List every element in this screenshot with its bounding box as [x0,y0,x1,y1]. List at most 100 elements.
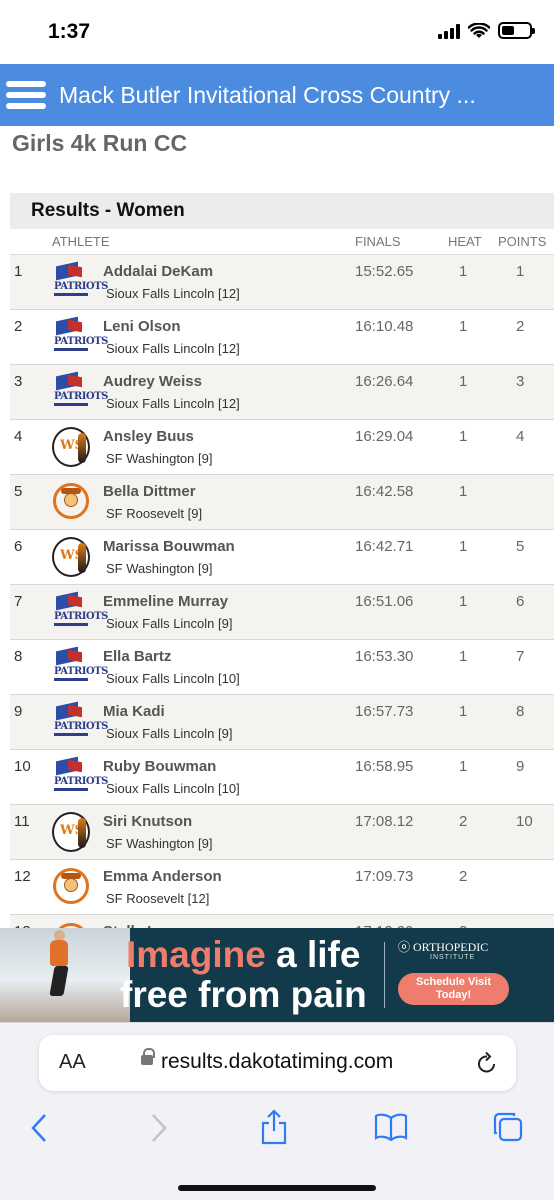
team-name[interactable]: SF Washington [9] [106,836,212,851]
table-row: 1 PATRIOTS Addalai DeKam Sioux Falls Lincol… [10,255,554,310]
athlete-name[interactable]: Mia Kadi [103,703,165,720]
ad-headline-highlight: Imagine [126,934,266,975]
team-logo [52,482,90,522]
place: 6 [14,538,23,555]
ad-headline-rest: a life [265,934,361,975]
finals-time: 16:29.04 [355,428,414,445]
place: 10 [14,758,31,775]
table-row: 11 WS Siri Knutson SF Washington [9] 17:08.1… [10,805,554,860]
heat: 2 [459,868,468,885]
team-name[interactable]: Sioux Falls Lincoln [9] [106,726,232,741]
team-name[interactable]: Sioux Falls Lincoln [10] [106,671,240,686]
team-name[interactable]: SF Washington [9] [106,451,212,466]
athlete-name[interactable]: Ruby Bouwman [103,758,216,775]
heat: 1 [459,593,468,610]
table-row: 12 Emma Anderson SF Roosevelt [12] 17:09.73… [10,860,554,915]
status-time: 1:37 [48,20,91,43]
browser-toolbar [0,1105,554,1155]
place: 9 [14,703,23,720]
team-name[interactable]: SF Roosevelt [9] [106,506,202,521]
points: 3 [516,373,525,390]
team-name[interactable]: SF Washington [9] [106,561,212,576]
table-row: 8 PATRIOTS Ella Bartz Sioux Falls Lincoln [… [10,640,554,695]
event-title: Girls 4k Run CC [12,130,188,156]
home-indicator [178,1185,376,1191]
heat: 1 [459,263,468,280]
heat: 1 [459,483,468,500]
tabs-icon[interactable] [492,1111,524,1143]
place: 5 [14,483,23,500]
team-name[interactable]: Sioux Falls Lincoln [10] [106,781,240,796]
ad-headline-2: free from pain [120,974,367,1015]
back-icon[interactable] [30,1113,48,1143]
results-rows: 1 PATRIOTS Addalai DeKam Sioux Falls Lincol… [10,255,554,970]
finals-time: 16:42.58 [355,483,414,500]
points: 8 [516,703,525,720]
athlete-name[interactable]: Leni Olson [103,318,181,335]
place: 3 [14,373,23,390]
finals-time: 16:51.06 [355,593,414,610]
athlete-name[interactable]: Ansley Buus [103,428,194,445]
column-header-points: POINTS [498,234,547,249]
ad-banner[interactable]: Imagine a life free from pain ⓞ ORTHOPED… [0,928,554,1022]
place: 11 [14,813,30,830]
place: 4 [14,428,23,445]
athlete-name[interactable]: Emmeline Murray [103,593,228,610]
hamburger-menu-icon[interactable] [6,79,46,111]
athlete-name[interactable]: Ella Bartz [103,648,171,665]
heat: 2 [459,813,468,830]
table-row: 7 PATRIOTS Emmeline Murray Sioux Falls Linc… [10,585,554,640]
finals-time: 16:10.48 [355,318,414,335]
athlete-name[interactable]: Marissa Bouwman [103,538,235,555]
lincoln-patriots-logo: PATRIOTS [52,701,108,742]
heat: 1 [459,648,468,665]
lincoln-patriots-logo: PATRIOTS [52,371,108,412]
points: 5 [516,538,525,555]
share-icon[interactable] [260,1109,288,1145]
athlete-name[interactable]: Addalai DeKam [103,263,213,280]
place: 12 [14,868,31,885]
athlete-name[interactable]: Siri Knutson [103,813,192,830]
meet-title: Mack Butler Invitational Cross Country .… [59,81,476,108]
ad-brand: ⓞ ORTHOPEDIC [398,940,489,954]
reload-icon[interactable] [476,1051,498,1075]
column-header-athlete: ATHLETE [52,234,110,249]
table-row: 4 WS Ansley Buus SF Washington [9] 16:29.04 1… [10,420,554,475]
team-name[interactable]: Sioux Falls Lincoln [12] [106,341,240,356]
team-name[interactable]: Sioux Falls Lincoln [9] [106,616,232,631]
text-size-button[interactable]: AA [59,1051,86,1074]
team-name[interactable]: SF Roosevelt [12] [106,891,209,906]
team-logo: PATRIOTS [52,756,108,797]
washington-logo: WS [52,537,90,577]
heat: 1 [459,318,468,335]
athlete-name[interactable]: Audrey Weiss [103,373,202,390]
team-name[interactable]: Sioux Falls Lincoln [12] [106,286,240,301]
lincoln-patriots-logo: PATRIOTS [52,591,108,632]
forward-icon[interactable] [150,1113,168,1143]
roosevelt-logo [52,482,90,522]
lincoln-patriots-logo: PATRIOTS [52,261,108,302]
address-bar[interactable]: AA results.dakotatiming.com [39,1035,516,1091]
athlete-name[interactable]: Bella Dittmer [103,483,196,500]
points: 9 [516,758,525,775]
ad-headline-1: Imagine a life [126,934,360,976]
place: 1 [14,263,23,280]
points: 4 [516,428,525,445]
heat: 1 [459,373,468,390]
wifi-icon [468,22,490,38]
ad-schedule-button[interactable]: Schedule Visit Today! [398,973,509,1005]
table-row: 3 PATRIOTS Audrey Weiss Sioux Falls Lincoln… [10,365,554,420]
roosevelt-logo [52,867,90,907]
bookmarks-icon[interactable] [374,1113,408,1141]
table-row: 2 PATRIOTS Leni Olson Sioux Falls Lincoln [… [10,310,554,365]
column-header-finals: FINALS [355,234,401,249]
team-logo: WS [52,537,90,577]
athlete-name[interactable]: Emma Anderson [103,868,222,885]
finals-time: 16:58.95 [355,758,414,775]
ad-brand-sub: INSTITUTE [430,954,476,961]
team-name[interactable]: Sioux Falls Lincoln [12] [106,396,240,411]
table-row: 6 WS Marissa Bouwman SF Washington [9] 16:42… [10,530,554,585]
team-logo: PATRIOTS [52,591,108,632]
url-text[interactable]: results.dakotatiming.com [161,1050,393,1074]
place: 7 [14,593,23,610]
